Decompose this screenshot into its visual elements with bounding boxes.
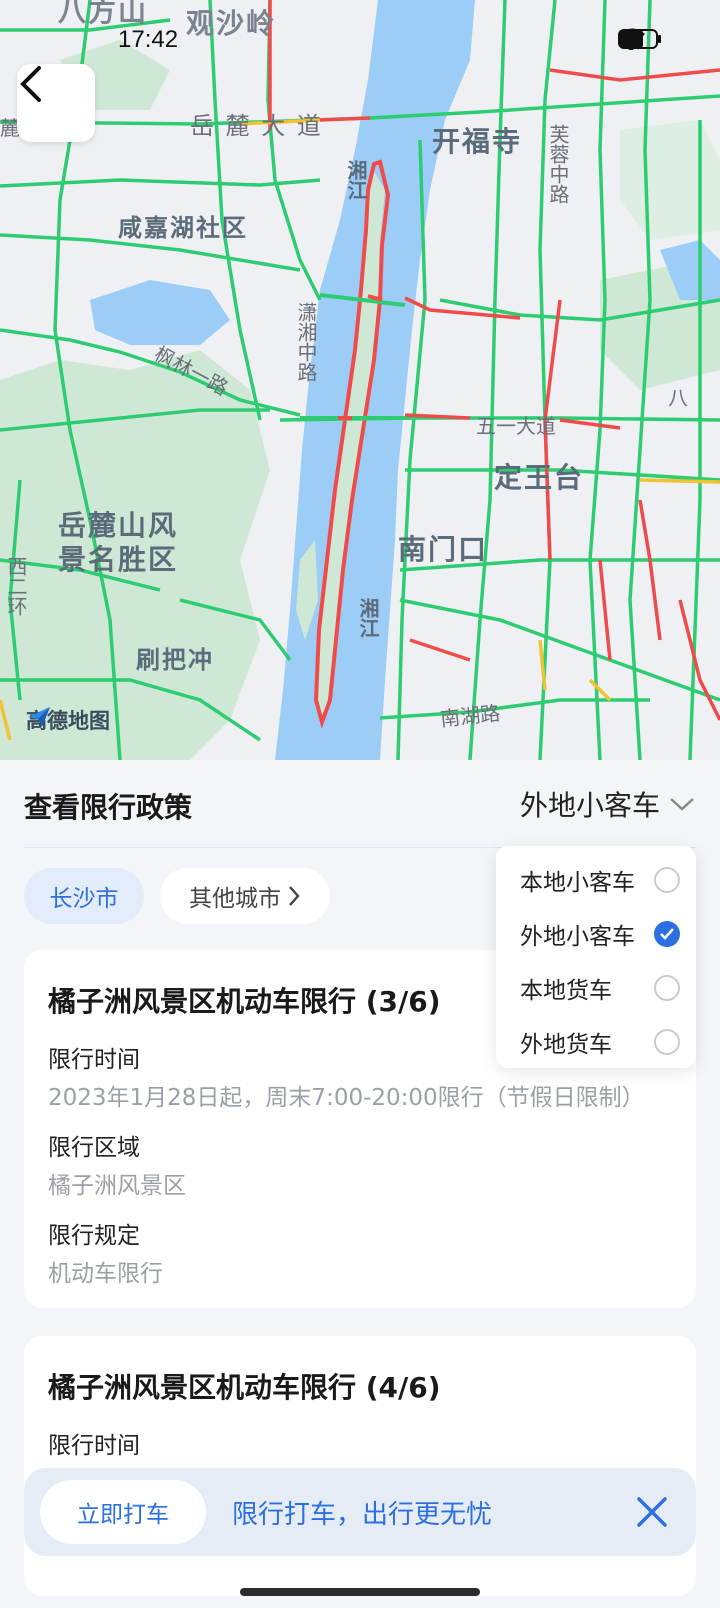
dropdown-option-nonlocal-car[interactable]: 外地小客车 <box>520 914 680 954</box>
checkbox-unchecked-icon <box>654 975 680 1001</box>
map-view[interactable]: 八方山 观沙岭 岳 麓 大 道 开福寺 芙蓉中路 咸嘉湖社区 湘江 潇湘中路 枫… <box>0 0 720 760</box>
option-label: 外地小客车 <box>520 924 635 950</box>
dropdown-option-nonlocal-truck[interactable]: 外地货车 <box>520 1022 680 1062</box>
dropdown-option-local-truck[interactable]: 本地货车 <box>520 968 680 1008</box>
vehicle-type-select[interactable]: 外地小客车 <box>520 784 696 824</box>
map-label-wuyi-road: 五一大道 <box>476 414 556 438</box>
map-label-yuelushan-2: 景名胜区 <box>58 543 179 576</box>
back-button[interactable] <box>17 64 95 142</box>
city-chip-other[interactable]: 其他城市 <box>160 868 330 924</box>
map-label-dingwangtai: 定王台 <box>494 461 585 494</box>
rule-label: 限行规定 <box>48 1223 140 1249</box>
map-label-furong-road: 芙蓉中路 <box>546 124 570 204</box>
map-canvas <box>0 0 720 760</box>
panel-title: 查看限行政策 <box>24 791 193 824</box>
map-label-xiangjiang-south: 湘江 <box>356 598 380 638</box>
policy-card-title: 橘子洲风景区机动车限行 (3/6) <box>48 985 441 1018</box>
amap-logo: 高德地图 <box>26 705 110 735</box>
map-label-yuelu-road: 岳 麓 大 道 <box>190 112 323 140</box>
home-indicator[interactable] <box>240 1588 480 1596</box>
area-value: 橘子洲风景区 <box>48 1173 186 1199</box>
checkbox-unchecked-icon <box>654 1029 680 1055</box>
map-label-nanmenkou: 南门口 <box>398 533 489 566</box>
area-label: 限行区域 <box>48 1135 140 1161</box>
close-promo-button[interactable] <box>632 1492 672 1532</box>
vehicle-type-value: 外地小客车 <box>519 789 660 822</box>
option-label: 本地小客车 <box>520 870 635 896</box>
map-label-xianjiahu: 咸嘉湖社区 <box>118 214 248 242</box>
map-label-xiaoxiang-road: 潇湘中路 <box>294 302 318 382</box>
rule-value: 机动车限行 <box>48 1261 163 1287</box>
map-label-guanshaling: 观沙岭 <box>186 7 277 40</box>
checkbox-checked-icon <box>654 921 680 947</box>
option-label: 本地货车 <box>520 978 612 1004</box>
status-time: 17:42 <box>118 26 179 53</box>
map-label-xiangjiang-north: 湘江 <box>344 160 368 200</box>
hail-taxi-button[interactable]: 立即打车 <box>40 1480 206 1544</box>
close-icon <box>637 1497 667 1527</box>
chevron-down-icon <box>670 798 694 811</box>
dropdown-option-local-car[interactable]: 本地小客车 <box>520 860 680 900</box>
city-chip-current[interactable]: 长沙市 <box>24 868 144 924</box>
map-label-ba: 八 <box>668 386 688 410</box>
policy-card: 橘子洲风景区机动车限行 (4/6) 限行时间 <box>24 1336 696 1596</box>
map-label-xi-erhuan: 西二环 <box>4 556 28 616</box>
chevron-right-icon <box>289 886 300 906</box>
promo-text: 限行打车，出行更无忧 <box>232 1500 493 1530</box>
option-label: 外地货车 <box>520 1032 612 1058</box>
map-label-kaifusi: 开福寺 <box>432 125 523 158</box>
city-chip-other-label: 其他城市 <box>189 886 281 912</box>
amap-arrow-icon <box>28 707 50 727</box>
vehicle-type-dropdown: 本地小客车 外地小客车 本地货车 外地货车 <box>496 846 696 1068</box>
time-value: 2023年1月28日起，周末7:00-20:00限行（节假日限制） <box>48 1085 645 1111</box>
time-label: 限行时间 <box>48 1047 140 1073</box>
map-label-shuabachong: 刷把冲 <box>136 646 214 674</box>
policy-card-title: 橘子洲风景区机动车限行 (4/6) <box>48 1371 441 1404</box>
panel-header: 查看限行政策 外地小客车 <box>24 760 696 848</box>
taxi-promo-bar: 立即打车 限行打车，出行更无忧 <box>24 1468 696 1556</box>
time-label: 限行时间 <box>48 1433 140 1459</box>
checkbox-unchecked-icon <box>654 867 680 893</box>
chevron-left-icon <box>20 66 41 102</box>
